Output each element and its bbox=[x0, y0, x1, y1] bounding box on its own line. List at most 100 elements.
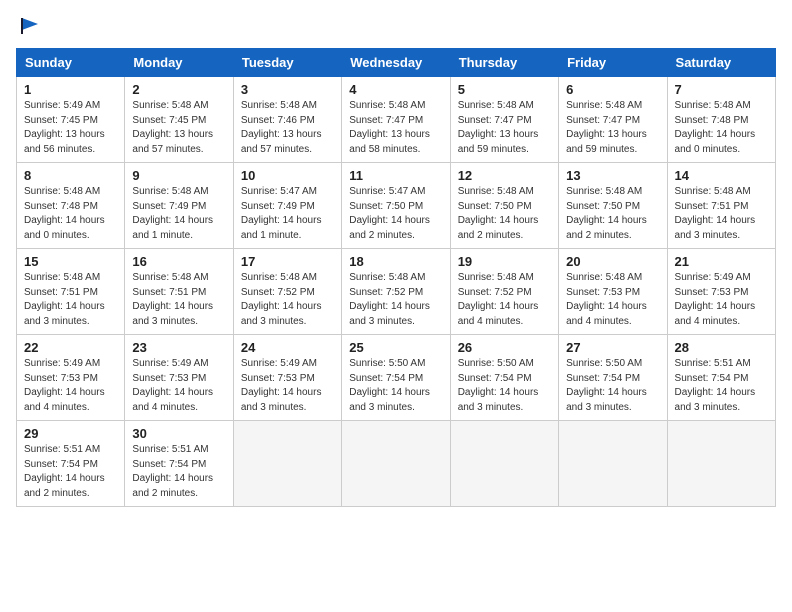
calendar-row: 15 Sunrise: 5:48 AM Sunset: 7:51 PM Dayl… bbox=[17, 249, 776, 335]
calendar-cell: 23 Sunrise: 5:49 AM Sunset: 7:53 PM Dayl… bbox=[125, 335, 233, 421]
day-number: 20 bbox=[566, 254, 659, 269]
day-info: Sunrise: 5:48 AM Sunset: 7:47 PM Dayligh… bbox=[566, 99, 659, 157]
header-sunday: Sunday bbox=[17, 49, 125, 77]
day-number: 21 bbox=[675, 254, 768, 269]
day-number: 22 bbox=[24, 340, 117, 355]
calendar-row: 8 Sunrise: 5:48 AM Sunset: 7:48 PM Dayli… bbox=[17, 163, 776, 249]
day-number: 23 bbox=[132, 340, 225, 355]
calendar-cell: 11 Sunrise: 5:47 AM Sunset: 7:50 PM Dayl… bbox=[342, 163, 450, 249]
day-number: 9 bbox=[132, 168, 225, 183]
calendar-cell: 27 Sunrise: 5:50 AM Sunset: 7:54 PM Dayl… bbox=[559, 335, 667, 421]
day-info: Sunrise: 5:48 AM Sunset: 7:46 PM Dayligh… bbox=[241, 99, 334, 157]
day-info: Sunrise: 5:48 AM Sunset: 7:51 PM Dayligh… bbox=[24, 271, 117, 329]
day-number: 1 bbox=[24, 82, 117, 97]
day-number: 10 bbox=[241, 168, 334, 183]
calendar-cell: 15 Sunrise: 5:48 AM Sunset: 7:51 PM Dayl… bbox=[17, 249, 125, 335]
day-number: 5 bbox=[458, 82, 551, 97]
calendar-cell: 30 Sunrise: 5:51 AM Sunset: 7:54 PM Dayl… bbox=[125, 421, 233, 507]
day-info: Sunrise: 5:48 AM Sunset: 7:47 PM Dayligh… bbox=[349, 99, 442, 157]
calendar-cell bbox=[559, 421, 667, 507]
day-info: Sunrise: 5:48 AM Sunset: 7:48 PM Dayligh… bbox=[24, 185, 117, 243]
header-friday: Friday bbox=[559, 49, 667, 77]
calendar-cell bbox=[342, 421, 450, 507]
calendar-cell: 5 Sunrise: 5:48 AM Sunset: 7:47 PM Dayli… bbox=[450, 77, 558, 163]
day-number: 6 bbox=[566, 82, 659, 97]
day-number: 28 bbox=[675, 340, 768, 355]
header-thursday: Thursday bbox=[450, 49, 558, 77]
calendar-cell: 29 Sunrise: 5:51 AM Sunset: 7:54 PM Dayl… bbox=[17, 421, 125, 507]
calendar-cell: 10 Sunrise: 5:47 AM Sunset: 7:49 PM Dayl… bbox=[233, 163, 341, 249]
calendar-row: 29 Sunrise: 5:51 AM Sunset: 7:54 PM Dayl… bbox=[17, 421, 776, 507]
day-info: Sunrise: 5:49 AM Sunset: 7:45 PM Dayligh… bbox=[24, 99, 117, 157]
day-number: 11 bbox=[349, 168, 442, 183]
day-info: Sunrise: 5:51 AM Sunset: 7:54 PM Dayligh… bbox=[132, 443, 225, 501]
calendar-cell: 22 Sunrise: 5:49 AM Sunset: 7:53 PM Dayl… bbox=[17, 335, 125, 421]
day-info: Sunrise: 5:50 AM Sunset: 7:54 PM Dayligh… bbox=[566, 357, 659, 415]
day-number: 16 bbox=[132, 254, 225, 269]
day-info: Sunrise: 5:48 AM Sunset: 7:52 PM Dayligh… bbox=[349, 271, 442, 329]
calendar-cell: 8 Sunrise: 5:48 AM Sunset: 7:48 PM Dayli… bbox=[17, 163, 125, 249]
header-monday: Monday bbox=[125, 49, 233, 77]
day-info: Sunrise: 5:49 AM Sunset: 7:53 PM Dayligh… bbox=[675, 271, 768, 329]
calendar-cell: 9 Sunrise: 5:48 AM Sunset: 7:49 PM Dayli… bbox=[125, 163, 233, 249]
day-number: 19 bbox=[458, 254, 551, 269]
calendar-cell: 6 Sunrise: 5:48 AM Sunset: 7:47 PM Dayli… bbox=[559, 77, 667, 163]
day-info: Sunrise: 5:48 AM Sunset: 7:52 PM Dayligh… bbox=[458, 271, 551, 329]
calendar-row: 22 Sunrise: 5:49 AM Sunset: 7:53 PM Dayl… bbox=[17, 335, 776, 421]
calendar-cell bbox=[667, 421, 775, 507]
calendar-cell: 1 Sunrise: 5:49 AM Sunset: 7:45 PM Dayli… bbox=[17, 77, 125, 163]
day-number: 12 bbox=[458, 168, 551, 183]
day-number: 18 bbox=[349, 254, 442, 269]
calendar-cell: 16 Sunrise: 5:48 AM Sunset: 7:51 PM Dayl… bbox=[125, 249, 233, 335]
calendar-cell: 2 Sunrise: 5:48 AM Sunset: 7:45 PM Dayli… bbox=[125, 77, 233, 163]
day-info: Sunrise: 5:51 AM Sunset: 7:54 PM Dayligh… bbox=[24, 443, 117, 501]
page-header bbox=[16, 16, 776, 36]
day-number: 7 bbox=[675, 82, 768, 97]
calendar-cell: 3 Sunrise: 5:48 AM Sunset: 7:46 PM Dayli… bbox=[233, 77, 341, 163]
day-info: Sunrise: 5:48 AM Sunset: 7:45 PM Dayligh… bbox=[132, 99, 225, 157]
calendar-cell: 25 Sunrise: 5:50 AM Sunset: 7:54 PM Dayl… bbox=[342, 335, 450, 421]
header-tuesday: Tuesday bbox=[233, 49, 341, 77]
day-info: Sunrise: 5:50 AM Sunset: 7:54 PM Dayligh… bbox=[349, 357, 442, 415]
day-number: 24 bbox=[241, 340, 334, 355]
day-number: 25 bbox=[349, 340, 442, 355]
calendar-row: 1 Sunrise: 5:49 AM Sunset: 7:45 PM Dayli… bbox=[17, 77, 776, 163]
calendar-cell bbox=[450, 421, 558, 507]
calendar-cell: 18 Sunrise: 5:48 AM Sunset: 7:52 PM Dayl… bbox=[342, 249, 450, 335]
day-number: 8 bbox=[24, 168, 117, 183]
day-info: Sunrise: 5:49 AM Sunset: 7:53 PM Dayligh… bbox=[24, 357, 117, 415]
header-wednesday: Wednesday bbox=[342, 49, 450, 77]
day-info: Sunrise: 5:47 AM Sunset: 7:50 PM Dayligh… bbox=[349, 185, 442, 243]
calendar-cell: 13 Sunrise: 5:48 AM Sunset: 7:50 PM Dayl… bbox=[559, 163, 667, 249]
day-number: 13 bbox=[566, 168, 659, 183]
calendar-cell: 12 Sunrise: 5:48 AM Sunset: 7:50 PM Dayl… bbox=[450, 163, 558, 249]
day-number: 17 bbox=[241, 254, 334, 269]
day-info: Sunrise: 5:48 AM Sunset: 7:52 PM Dayligh… bbox=[241, 271, 334, 329]
calendar-cell: 14 Sunrise: 5:48 AM Sunset: 7:51 PM Dayl… bbox=[667, 163, 775, 249]
day-info: Sunrise: 5:47 AM Sunset: 7:49 PM Dayligh… bbox=[241, 185, 334, 243]
day-info: Sunrise: 5:48 AM Sunset: 7:47 PM Dayligh… bbox=[458, 99, 551, 157]
day-info: Sunrise: 5:50 AM Sunset: 7:54 PM Dayligh… bbox=[458, 357, 551, 415]
day-info: Sunrise: 5:48 AM Sunset: 7:53 PM Dayligh… bbox=[566, 271, 659, 329]
day-number: 29 bbox=[24, 426, 117, 441]
calendar-cell: 7 Sunrise: 5:48 AM Sunset: 7:48 PM Dayli… bbox=[667, 77, 775, 163]
day-number: 27 bbox=[566, 340, 659, 355]
day-info: Sunrise: 5:48 AM Sunset: 7:50 PM Dayligh… bbox=[566, 185, 659, 243]
day-number: 4 bbox=[349, 82, 442, 97]
day-number: 30 bbox=[132, 426, 225, 441]
logo bbox=[16, 16, 40, 36]
calendar-cell: 4 Sunrise: 5:48 AM Sunset: 7:47 PM Dayli… bbox=[342, 77, 450, 163]
calendar-cell: 26 Sunrise: 5:50 AM Sunset: 7:54 PM Dayl… bbox=[450, 335, 558, 421]
day-info: Sunrise: 5:48 AM Sunset: 7:50 PM Dayligh… bbox=[458, 185, 551, 243]
day-info: Sunrise: 5:48 AM Sunset: 7:51 PM Dayligh… bbox=[675, 185, 768, 243]
day-number: 2 bbox=[132, 82, 225, 97]
calendar-cell: 19 Sunrise: 5:48 AM Sunset: 7:52 PM Dayl… bbox=[450, 249, 558, 335]
day-info: Sunrise: 5:49 AM Sunset: 7:53 PM Dayligh… bbox=[241, 357, 334, 415]
calendar-body: 1 Sunrise: 5:49 AM Sunset: 7:45 PM Dayli… bbox=[17, 77, 776, 507]
header-saturday: Saturday bbox=[667, 49, 775, 77]
calendar-header-row: Sunday Monday Tuesday Wednesday Thursday… bbox=[17, 49, 776, 77]
day-number: 15 bbox=[24, 254, 117, 269]
calendar-cell: 28 Sunrise: 5:51 AM Sunset: 7:54 PM Dayl… bbox=[667, 335, 775, 421]
day-number: 14 bbox=[675, 168, 768, 183]
calendar-cell: 21 Sunrise: 5:49 AM Sunset: 7:53 PM Dayl… bbox=[667, 249, 775, 335]
